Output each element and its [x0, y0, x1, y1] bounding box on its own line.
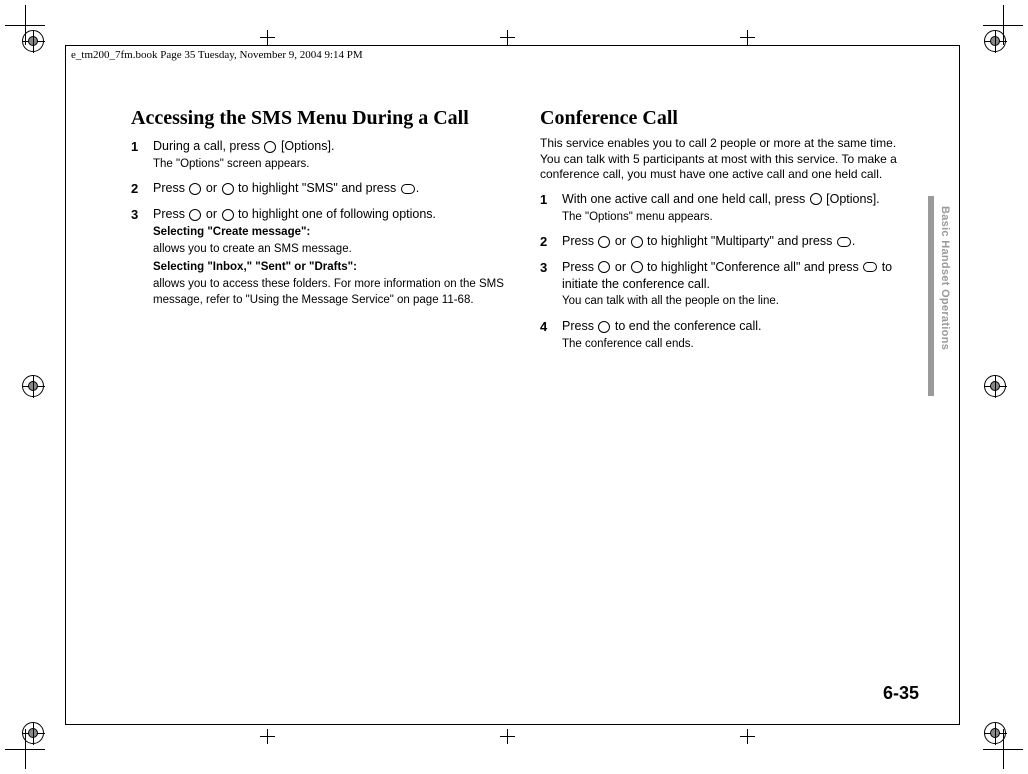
step-body: Press or to highlight one of following o…	[153, 206, 510, 308]
right-column: Conference Call This service enables you…	[540, 106, 919, 684]
text: Press	[562, 319, 597, 333]
page-frame: e_tm200_7fm.book Page 35 Tuesday, Novemb…	[65, 45, 960, 725]
text: to highlight "Conference all" and press	[644, 260, 863, 274]
side-section-label: Basic Handset Operations	[939, 206, 951, 350]
heading-sms-menu: Accessing the SMS Menu During a Call	[131, 106, 510, 130]
left-column: Accessing the SMS Menu During a Call 1 D…	[131, 106, 510, 684]
up-key-icon	[598, 261, 610, 273]
text: Press	[153, 207, 188, 221]
text: With one active call and one held call, …	[562, 192, 809, 206]
sub-heading: Selecting "Inbox," "Sent" or "Drafts":	[153, 260, 510, 276]
intro-text: This service enables you to call 2 peopl…	[540, 136, 919, 183]
text: or	[611, 260, 629, 274]
step-number: 3	[131, 206, 153, 308]
step-2: 2 Press or to highlight "Multiparty" and…	[540, 233, 919, 251]
up-key-icon	[189, 183, 201, 195]
registration-mark	[984, 375, 1006, 397]
step-body: Press to end the conference call. The co…	[562, 318, 919, 352]
step-number: 2	[131, 180, 153, 198]
up-key-icon	[598, 236, 610, 248]
select-key-icon	[837, 237, 851, 247]
text: or	[202, 181, 220, 195]
registration-mark	[22, 722, 44, 744]
crop-mark	[500, 729, 515, 744]
sub-heading: Selecting "Create message":	[153, 225, 510, 241]
side-tab	[928, 196, 934, 396]
step-number: 3	[540, 259, 562, 310]
end-key-icon	[598, 321, 610, 333]
step-body: Press or to highlight "SMS" and press .	[153, 180, 510, 198]
text: [Options].	[277, 139, 334, 153]
step-number: 1	[540, 191, 562, 225]
step-body: Press or to highlight "Multiparty" and p…	[562, 233, 919, 251]
step-3: 3 Press or to highlight "Conference all"…	[540, 259, 919, 310]
sub-text: allows you to create an SMS message.	[153, 242, 510, 258]
text: to highlight "Multiparty" and press	[644, 234, 836, 248]
step-4: 4 Press to end the conference call. The …	[540, 318, 919, 352]
step-number: 1	[131, 138, 153, 172]
crop-mark	[740, 729, 755, 744]
header-path: e_tm200_7fm.book Page 35 Tuesday, Novemb…	[71, 49, 363, 61]
text: Press	[153, 181, 188, 195]
text: .	[852, 234, 855, 248]
down-key-icon	[222, 209, 234, 221]
step-number: 4	[540, 318, 562, 352]
step-note: The "Options" screen appears.	[153, 157, 510, 173]
text: to highlight one of following options.	[235, 207, 437, 221]
step-1: 1 With one active call and one held call…	[540, 191, 919, 225]
step-body: With one active call and one held call, …	[562, 191, 919, 225]
text: Press	[562, 260, 597, 274]
step-2: 2 Press or to highlight "SMS" and press …	[131, 180, 510, 198]
text: Press	[562, 234, 597, 248]
down-key-icon	[222, 183, 234, 195]
crop-mark	[740, 30, 755, 45]
text: During a call, press	[153, 139, 263, 153]
content-area: Accessing the SMS Menu During a Call 1 D…	[131, 106, 919, 684]
step-body: Press or to highlight "Conference all" a…	[562, 259, 919, 310]
step-number: 2	[540, 233, 562, 251]
step-note: The "Options" menu appears.	[562, 210, 919, 226]
text: to end the conference call.	[611, 319, 761, 333]
page-number: 6-35	[883, 683, 919, 704]
sub-text: allows you to access these folders. For …	[153, 277, 510, 308]
crop-mark	[500, 30, 515, 45]
options-key-icon	[810, 193, 822, 205]
select-key-icon	[401, 184, 415, 194]
step-note: The conference call ends.	[562, 337, 919, 353]
step-3: 3 Press or to highlight one of following…	[131, 206, 510, 308]
up-key-icon	[189, 209, 201, 221]
text: to highlight "SMS" and press	[235, 181, 400, 195]
step-1: 1 During a call, press [Options]. The "O…	[131, 138, 510, 172]
text: or	[202, 207, 220, 221]
step-body: During a call, press [Options]. The "Opt…	[153, 138, 510, 172]
heading-conference: Conference Call	[540, 106, 919, 130]
registration-mark	[984, 722, 1006, 744]
crop-mark	[260, 30, 275, 45]
options-key-icon	[264, 141, 276, 153]
step-note: You can talk with all the people on the …	[562, 294, 919, 310]
text: .	[416, 181, 419, 195]
down-key-icon	[631, 261, 643, 273]
registration-mark	[984, 30, 1006, 52]
text: or	[611, 234, 629, 248]
registration-mark	[22, 30, 44, 52]
down-key-icon	[631, 236, 643, 248]
text: [Options].	[823, 192, 880, 206]
crop-mark	[260, 729, 275, 744]
registration-mark	[22, 375, 44, 397]
select-key-icon	[863, 262, 877, 272]
